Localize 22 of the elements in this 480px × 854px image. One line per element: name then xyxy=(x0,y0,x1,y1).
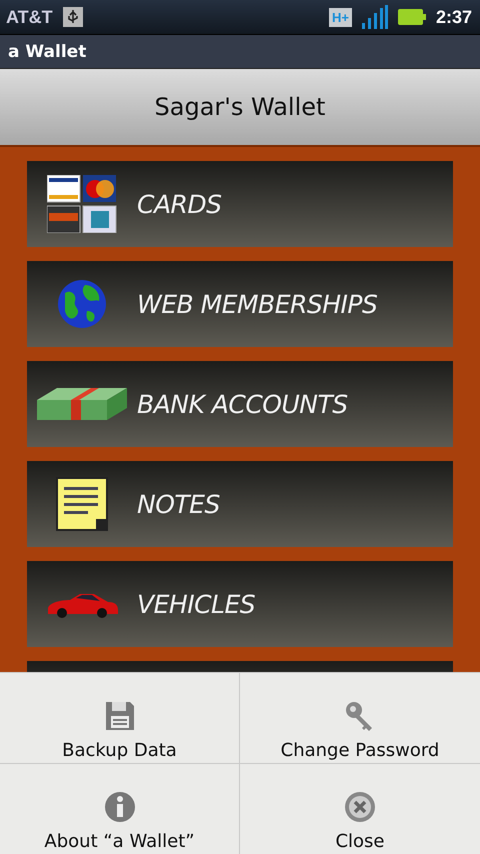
menu-item[interactable]: Close xyxy=(240,764,480,854)
menu-item[interactable]: About “a Wallet” xyxy=(0,764,240,854)
clock-time: 2:37 xyxy=(436,6,472,28)
category-button[interactable]: WEB MEMBERSHIPS xyxy=(27,261,453,347)
globe-drawing xyxy=(57,279,107,329)
usb-icon xyxy=(62,7,83,27)
battery-icon xyxy=(398,9,426,25)
category-button[interactable]: NOTES xyxy=(27,461,453,547)
notepad-drawing xyxy=(56,477,108,531)
network-type-icon: H+ xyxy=(328,8,352,26)
info-icon xyxy=(104,791,136,823)
window-title: a Wallet xyxy=(8,42,86,62)
close-icon xyxy=(344,791,376,823)
menu-item[interactable]: Change Password xyxy=(240,673,480,764)
category-button[interactable]: CARDS xyxy=(27,161,453,247)
wallet-title: Sagar's Wallet xyxy=(154,93,326,121)
signal-icon xyxy=(362,5,388,29)
category-button[interactable]: BANK ACCOUNTS xyxy=(27,361,453,447)
category-button[interactable]: VEHICLES xyxy=(27,561,453,647)
carrier-name: AT&T xyxy=(6,6,53,28)
cards-drawing xyxy=(47,175,117,233)
menu-item[interactable]: Backup Data xyxy=(0,673,240,764)
